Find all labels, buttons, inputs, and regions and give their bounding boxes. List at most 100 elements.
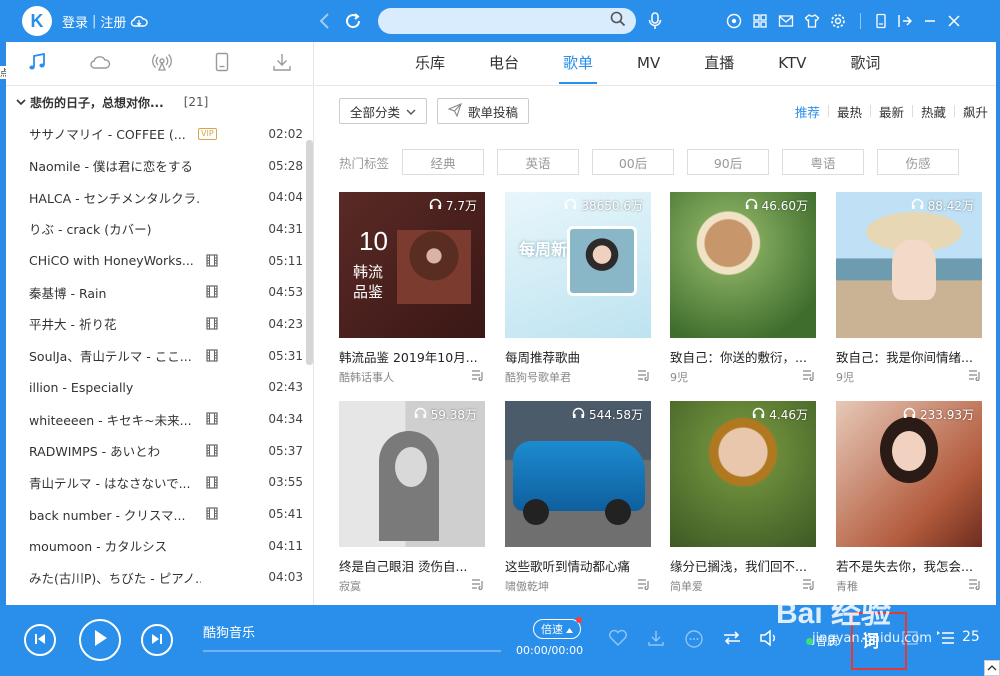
speed-button[interactable]: 倍速 — [533, 617, 582, 639]
tab-3[interactable]: MV — [637, 42, 660, 86]
mv-film-icon[interactable] — [206, 317, 218, 333]
progress-bar[interactable] — [203, 650, 501, 652]
playlist-card[interactable]: 10 韩流品鉴 7.7万 韩流品鉴 2019年10月... 酷韩话事人 — [339, 192, 485, 384]
song-row[interactable]: ササノマリイ - COFFEE (... VIP 02:02 — [6, 118, 313, 150]
sound-quality[interactable]: 音质 — [806, 633, 838, 649]
mv-film-icon[interactable] — [206, 412, 218, 428]
sort-option[interactable]: 最热 — [829, 102, 870, 121]
playlist-author[interactable]: 简单爱 — [670, 580, 703, 593]
download-track-icon[interactable] — [647, 629, 665, 647]
add-to-queue-icon[interactable] — [637, 578, 651, 593]
playlist-title[interactable]: 终是自己眼泪 烫伤自... — [339, 556, 485, 575]
song-row[interactable]: 平井大 - 祈り花 04:23 — [6, 308, 313, 340]
radio-icon[interactable] — [152, 52, 173, 76]
song-row[interactable]: Naomile - 僕は君に恋をする 05:28 — [6, 150, 313, 182]
next-button[interactable] — [141, 624, 173, 656]
settings-gear-icon[interactable] — [830, 13, 846, 29]
close-icon[interactable] — [947, 14, 961, 28]
song-row[interactable]: みた(古川P)、ちびた - ピアノ... 04:03 — [6, 562, 313, 594]
song-row[interactable]: back number - クリスマ... 05:41 — [6, 498, 313, 530]
song-row[interactable]: HALCA - センチメンタルクラ... 04:04 — [6, 181, 313, 213]
mv-film-icon[interactable] — [206, 507, 218, 523]
tab-0[interactable]: 乐库 — [415, 42, 445, 86]
playlist-cover[interactable]: 233.93万 — [836, 401, 982, 547]
mv-film-icon[interactable] — [206, 254, 218, 270]
cloud-sync-icon[interactable] — [130, 14, 149, 28]
register-link[interactable]: 注册 — [100, 12, 126, 31]
playlist-title[interactable]: 每周推荐歌曲 — [505, 347, 651, 366]
playlist-cover[interactable]: 10 韩流品鉴 7.7万 — [339, 192, 485, 338]
playlist-cover[interactable]: 4.46万 — [670, 401, 816, 547]
mv-film-icon[interactable] — [206, 444, 218, 460]
hot-tag[interactable]: 粤语 — [782, 149, 865, 175]
dock-icon[interactable] — [897, 14, 913, 28]
playlist-title[interactable]: 韩流品鉴 2019年10月... — [339, 347, 485, 366]
song-row[interactable]: illion - Especially 02:43 — [6, 372, 313, 404]
tab-4[interactable]: 直播 — [704, 42, 734, 86]
playlist-card[interactable]: 88.42万 致自己：我是你间情绪... 9児 — [836, 192, 982, 384]
mini-mode-icon[interactable] — [875, 13, 887, 29]
sort-option[interactable]: 飙升 — [955, 102, 996, 121]
add-to-queue-icon[interactable] — [802, 578, 816, 593]
add-to-queue-icon[interactable] — [471, 578, 485, 593]
playlist-author[interactable]: 青稚 — [836, 580, 858, 593]
kugou-logo[interactable]: K — [22, 6, 52, 36]
playlist-header[interactable]: 悲伤的日子，总想对你... [21] — [6, 86, 313, 118]
microphone-icon[interactable] — [648, 12, 662, 30]
mv-film-icon[interactable] — [206, 475, 218, 492]
submit-playlist-button[interactable]: 歌单投稿 — [437, 98, 530, 124]
song-row[interactable]: moumoon - カタルシス 04:11 — [6, 530, 313, 562]
tab-5[interactable]: KTV — [778, 42, 806, 86]
hot-tag[interactable]: 经典 — [402, 149, 485, 175]
hot-tag[interactable]: 00后 — [592, 149, 675, 175]
hot-tag[interactable]: 英语 — [497, 149, 580, 175]
playlist-cover[interactable]: 544.58万 — [505, 401, 651, 547]
playlist-title[interactable]: 若不是失去你，我怎会... — [836, 556, 982, 575]
song-row[interactable]: CHiCO with HoneyWorks... 05:11 — [6, 245, 313, 277]
tab-6[interactable]: 歌词 — [850, 42, 880, 86]
device-icon[interactable] — [214, 52, 230, 76]
playlist-title[interactable]: 致自己：我是你间情绪... — [836, 347, 982, 366]
music-note-icon[interactable] — [27, 52, 47, 76]
sort-option[interactable]: 热藏 — [913, 102, 954, 121]
download-icon[interactable] — [272, 52, 292, 76]
login-link[interactable]: 登录 — [62, 12, 88, 31]
sort-option[interactable]: 最新 — [871, 102, 912, 121]
playlist-cover[interactable]: 46.60万 — [670, 192, 816, 338]
song-row[interactable]: SoulJa、青山テルマ - ここ... 05:31 — [6, 340, 313, 372]
song-row[interactable]: RADWIMPS - あいとわ 05:37 — [6, 435, 313, 467]
hot-tag[interactable]: 90后 — [687, 149, 770, 175]
add-to-queue-icon[interactable] — [968, 578, 982, 593]
playlist-card[interactable]: 每周新歌 38650.6万 每周推荐歌曲 酷狗号歌单君 — [505, 192, 651, 384]
tab-1[interactable]: 电台 — [489, 42, 519, 86]
collapse-chevron-icon[interactable] — [16, 95, 26, 109]
like-heart-icon[interactable] — [608, 629, 628, 647]
more-icon[interactable] — [684, 629, 704, 649]
tab-2[interactable]: 歌单 — [559, 42, 598, 86]
playlist-card[interactable]: 59.38万 终是自己眼泪 烫伤自... 寂寞 — [339, 401, 485, 593]
scroll-top-button[interactable] — [984, 660, 1000, 676]
add-to-queue-icon[interactable] — [802, 369, 816, 384]
playlist-card[interactable]: 46.60万 致自己：你送的敷衍，... 9児 — [670, 192, 816, 384]
search-input[interactable] — [378, 8, 637, 34]
song-row[interactable]: 青山テルマ - はなさないで... 03:55 — [6, 467, 313, 499]
playlist-author[interactable]: 9児 — [670, 371, 688, 384]
song-list-scrollbar[interactable] — [306, 140, 313, 365]
desktop-lyrics-icon[interactable] — [901, 629, 919, 647]
refresh-icon[interactable] — [344, 12, 362, 30]
playlist-author[interactable]: 酷狗号歌单君 — [505, 371, 571, 384]
skin-shirt-icon[interactable] — [804, 13, 820, 29]
playlist-title[interactable]: 这些歌听到情动都心痛 — [505, 556, 651, 575]
queue-list-icon[interactable] — [936, 629, 956, 647]
mail-icon[interactable] — [778, 14, 794, 28]
playlist-author[interactable]: 9児 — [836, 371, 854, 384]
add-to-queue-icon[interactable] — [637, 369, 651, 384]
playlist-author[interactable]: 啸傲乾坤 — [505, 580, 549, 593]
song-row[interactable]: 秦基博 - Rain 04:53 — [6, 276, 313, 308]
playlist-card[interactable]: 544.58万这些歌听到情动都心痛啸傲乾坤 — [505, 401, 651, 593]
volume-icon[interactable] — [759, 629, 781, 647]
sort-option[interactable]: 推荐 — [787, 102, 828, 121]
back-arrow-icon[interactable] — [318, 12, 330, 30]
playlist-cover[interactable]: 59.38万 — [339, 401, 485, 547]
lyrics-button[interactable]: 词 — [862, 627, 879, 652]
